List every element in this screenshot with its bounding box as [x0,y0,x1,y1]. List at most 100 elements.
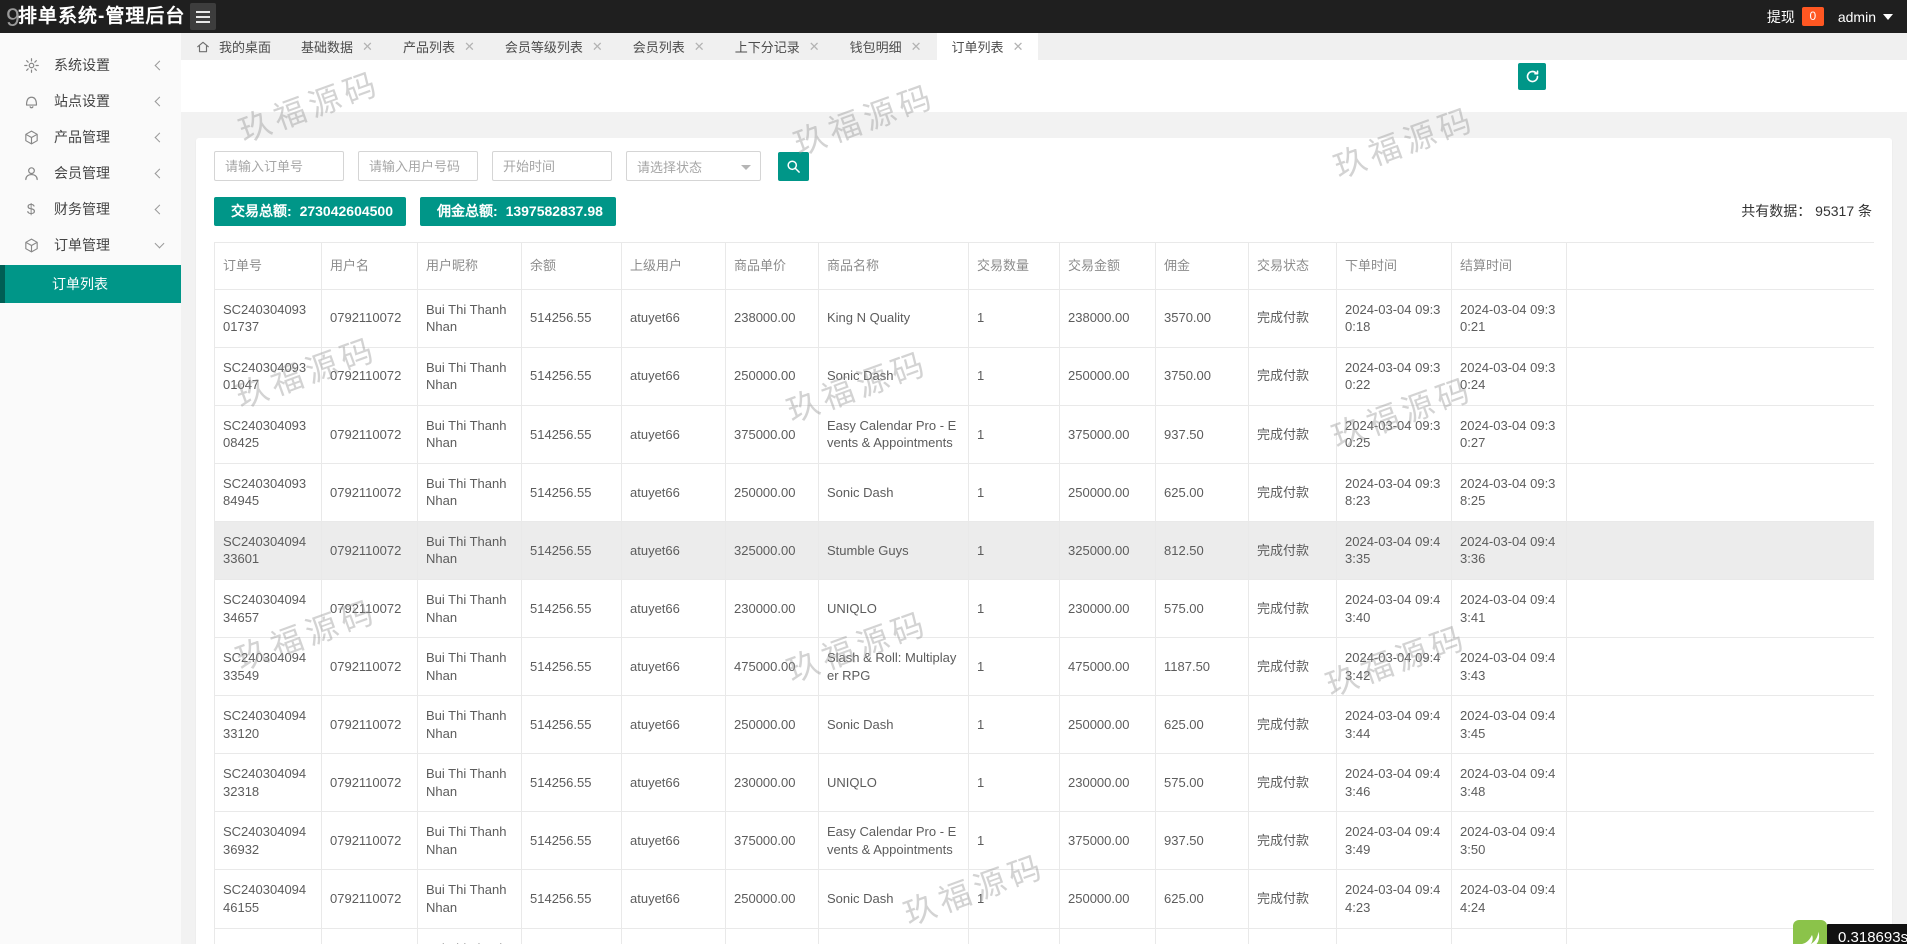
table-cell: 250000.00 [726,696,819,754]
sidebar-subitem-orders[interactable]: 订单列表 [0,265,181,303]
user-menu[interactable]: admin [1838,9,1893,25]
tab-label: 我的桌面 [219,37,271,56]
chevron-down-icon [1883,14,1893,20]
table-row[interactable]: SC240304094336010792110072Bui Thi Thanh … [215,521,1875,579]
table-cell: 2024-03-04 09:43:50 [1452,812,1567,870]
table-cell: 完成付款 [1249,870,1337,928]
table-cell: Bui Thi Thanh Nhan [418,347,522,405]
table-cell: SC24030409384945 [215,463,322,521]
sidebar-item-4[interactable]: $财务管理 [0,191,181,227]
tab-6[interactable]: 钱包明细 ✕ [835,33,937,60]
sidebar-item-3[interactable]: 会员管理 [0,155,181,191]
table-cell: Easy Calendar Pro - Events & Appointment… [819,812,969,870]
table-cell: 完成付款 [1249,289,1337,347]
tab-label: 钱包明细 [850,37,902,56]
table-row[interactable]: SC240304093010470792110072Bui Thi Thanh … [215,347,1875,405]
table-cell: 完成付款 [1249,463,1337,521]
status-select[interactable]: 请选择状态 [626,151,761,181]
table-cell: 0792110072 [322,696,418,754]
tab-1[interactable]: 基础数据✕ [286,33,388,60]
column-header: 佣金 [1156,243,1249,290]
tab-2[interactable]: 产品列表 ✕ [388,33,490,60]
table-cell: 0792110072 [322,638,418,696]
total-trade-value: 273042604500 [300,203,393,219]
tab-close-icon[interactable]: ✕ [362,40,373,53]
table-row[interactable]: SC240304094461550792110072Bui Thi Thanh … [215,870,1875,928]
tab-close-icon[interactable]: ✕ [592,40,603,53]
table-cell: 2024-03-04 09:44:24 [1452,870,1567,928]
table-cell: Bui Thi Thanh Nhan [418,638,522,696]
table-cell: 1 [969,754,1060,812]
tab-5[interactable]: 上下分记录✕ [720,33,835,60]
column-header: 交易状态 [1249,243,1337,290]
table-cell: 2024-03-04 09:38:23 [1337,463,1452,521]
table-cell: 514256.55 [522,870,622,928]
tab-bar: 我的桌面基础数据✕产品列表✕会员等级列表✕会员列表✕上下分记录✕钱包明细✕订单列… [181,33,1907,60]
tab-label: 会员列表 [633,37,685,56]
tab-4[interactable]: 会员列表 ✕ [618,33,720,60]
table-cell: UNIQLO [819,580,969,638]
search-button[interactable] [778,152,809,181]
tab-close-icon[interactable]: ✕ [694,40,705,53]
sidebar-item-1[interactable]: 站点设置 [0,83,181,119]
table-cell: 完成付款 [1249,754,1337,812]
table-cell: 250000.00 [1060,928,1156,944]
table-cell: 3570.00 [1156,289,1249,347]
table-cell: 2024-03-04 09:30:18 [1337,289,1452,347]
table-cell: 2024-03-04 09:38:25 [1452,463,1567,521]
table-cell: 514256.55 [522,405,622,463]
table-cell: 230000.00 [726,580,819,638]
table-cell: 2024-03-04 09:43:35 [1337,521,1452,579]
total-count: 共有数据： 95317 条 [1741,201,1872,221]
withdraw-menu[interactable]: 提现 0 [1767,7,1824,27]
refresh-icon [1525,69,1540,84]
table-row[interactable]: SC240304094335490792110072Bui Thi Thanh … [215,638,1875,696]
tab-label: 产品列表 [403,37,455,56]
table-cell: 2024-03-04 09:43:41 [1452,580,1567,638]
start-time-input[interactable] [492,151,612,181]
table-cell: Easy Calendar Pro - Events & Appointment… [819,405,969,463]
table-row[interactable]: SC240304094331200792110072Bui Thi Thanh … [215,696,1875,754]
sidebar-item-2[interactable]: 产品管理 [0,119,181,155]
thinkphp-logo-icon[interactable] [1793,920,1827,944]
sidebar-item-label: 订单管理 [54,235,110,255]
tab-7[interactable]: 订单列表✕ [937,33,1039,60]
tab-3[interactable]: 会员等级列表✕ [490,33,618,60]
tab-close-icon[interactable]: ✕ [809,40,820,53]
table-row[interactable]: SC240304094323180792110072Bui Thi Thanh … [215,754,1875,812]
table-cell: 2024-03-04 09:43:40 [1337,580,1452,638]
chevron-left-icon [155,96,165,106]
table-row[interactable]: SC240304093084250792110072Bui Thi Thanh … [215,405,1875,463]
user-no-input[interactable] [358,151,478,181]
sidebar-item-5[interactable]: 订单管理 [0,227,181,263]
tab-close-icon[interactable]: ✕ [911,40,922,53]
table-row[interactable]: SC240304093017370792110072Bui Thi Thanh … [215,289,1875,347]
table-row[interactable]: SC240304094369320792110072Bui Thi Thanh … [215,812,1875,870]
table-row[interactable]: SC240304093849450792110072Bui Thi Thanh … [215,463,1875,521]
table-cell: 完成付款 [1249,405,1337,463]
table-cell: 完成付款 [1249,347,1337,405]
withdraw-count-badge: 0 [1802,7,1824,26]
table-row[interactable]: SC240304094417500792110072Bui Thi Thanh … [215,928,1875,944]
tab-close-icon[interactable]: ✕ [1013,40,1024,53]
table-header: 订单号用户名用户昵称余额上级用户商品单价商品名称交易数量交易金额佣金交易状态下单… [215,243,1875,290]
table-cell: 1 [969,928,1060,944]
table-cell: atuyet66 [622,870,726,928]
tab-close-icon[interactable]: ✕ [464,40,475,53]
table-cell: 514256.55 [522,812,622,870]
withdraw-label: 提现 [1767,7,1795,27]
table-cell: Bui Thi Thanh Nhan [418,696,522,754]
column-header: 用户昵称 [418,243,522,290]
table-cell: 238000.00 [1060,289,1156,347]
table-cell: 1 [969,289,1060,347]
sidebar-item-0[interactable]: 系统设置 [0,47,181,83]
tab-0[interactable]: 我的桌面 [181,33,286,60]
sidebar-nav: 系统设置站点设置产品管理会员管理$财务管理订单管理订单列表 [0,47,181,303]
table-cell: Bui Thi Thanh Nhan [418,521,522,579]
refresh-button[interactable] [1518,63,1546,90]
table-cell: 2024-03-04 09:30:21 [1452,289,1567,347]
order-no-input[interactable] [214,151,344,181]
sidebar-fold-button[interactable] [190,3,216,30]
table-row[interactable]: SC240304094346570792110072Bui Thi Thanh … [215,580,1875,638]
table-cell: 514256.55 [522,638,622,696]
